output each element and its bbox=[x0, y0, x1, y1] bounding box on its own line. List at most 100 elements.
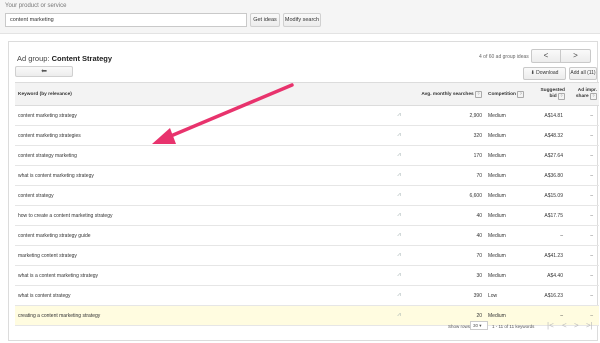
searches-cell: 320 bbox=[408, 125, 486, 146]
rows-per-page-select[interactable]: 30 ▾ bbox=[470, 321, 488, 330]
trend-chart-icon[interactable]: ⩘ bbox=[390, 265, 408, 286]
product-label: Your product or service bbox=[5, 3, 67, 9]
bid-cell: A$4.40 bbox=[534, 265, 567, 286]
share-cell: – bbox=[567, 105, 599, 126]
trend-chart-icon[interactable]: ⩘ bbox=[390, 305, 408, 326]
header-chart bbox=[390, 82, 408, 106]
table-row: content marketing strategy ⩘ 2,900 Medium A$… bbox=[15, 105, 599, 126]
bid-cell: A$17.75 bbox=[534, 205, 567, 226]
share-cell: – bbox=[567, 265, 599, 286]
first-page-icon[interactable]: |< bbox=[547, 321, 554, 330]
share-cell: – bbox=[567, 245, 599, 266]
last-page-icon[interactable]: >| bbox=[586, 321, 593, 330]
prev-group-button[interactable]: < bbox=[531, 49, 561, 63]
trend-chart-icon[interactable]: ⩘ bbox=[390, 165, 408, 186]
trend-chart-icon[interactable]: ⩘ bbox=[390, 105, 408, 126]
searches-cell: 6,600 bbox=[408, 185, 486, 206]
page-range: 1 - 11 of 11 keywords bbox=[492, 324, 535, 329]
keyword-cell: content marketing strategies bbox=[15, 125, 390, 146]
searches-cell: 2,900 bbox=[408, 105, 486, 126]
competition-cell: Medium bbox=[486, 125, 534, 146]
header-share[interactable]: Ad impr. share ? bbox=[567, 82, 599, 106]
bid-cell: A$14.81 bbox=[534, 105, 567, 126]
download-button[interactable]: ⬇ Download bbox=[523, 67, 566, 80]
table-row: what is content strategy⩘390LowA$16.23–» bbox=[15, 285, 599, 306]
help-icon[interactable]: ? bbox=[475, 90, 482, 98]
next-page-icon[interactable]: > bbox=[574, 321, 579, 330]
header-searches[interactable]: Avg. monthly searches ? bbox=[408, 82, 486, 106]
competition-cell: Medium bbox=[486, 185, 534, 206]
bid-cell: A$48.32 bbox=[534, 125, 567, 146]
add-all-button[interactable]: Add all (11) bbox=[569, 67, 597, 80]
modify-search-button[interactable]: Modify search bbox=[283, 13, 321, 27]
get-ideas-button[interactable]: Get ideas bbox=[250, 13, 280, 27]
table-row: content marketing strategies ⩘ 320 Medium A$… bbox=[15, 125, 599, 146]
bid-cell: – bbox=[534, 225, 567, 246]
competition-cell: Medium bbox=[486, 265, 534, 286]
trend-chart-icon[interactable]: ⩘ bbox=[390, 145, 408, 166]
trend-chart-icon[interactable]: ⩘ bbox=[390, 245, 408, 266]
table-row: content strategy marketing ⩘ 170 Medium A$27… bbox=[15, 145, 599, 166]
competition-cell: Medium bbox=[486, 205, 534, 226]
help-icon[interactable]: ? bbox=[517, 90, 525, 98]
table-row: how to create a content marketing strate… bbox=[15, 205, 599, 226]
bid-cell: A$15.09 bbox=[534, 185, 567, 206]
keyword-cell: marketing content strategy bbox=[15, 245, 390, 266]
search-bar: Your product or service content marketin… bbox=[0, 0, 600, 34]
share-cell: – bbox=[567, 125, 599, 146]
header-keyword[interactable]: Keyword (by relevance) bbox=[15, 82, 390, 106]
table-row: what is a content marketing strategy ⩘ 30 M… bbox=[15, 265, 599, 286]
ad-group-title: Ad group: Content Strategy bbox=[17, 54, 112, 63]
trend-chart-icon[interactable]: ⩘ bbox=[390, 185, 408, 206]
header-bid[interactable]: Suggested bid ? bbox=[534, 82, 567, 106]
product-input[interactable]: content marketing bbox=[5, 13, 247, 27]
searches-cell: 30 bbox=[408, 265, 486, 286]
bid-cell: A$41.23 bbox=[534, 245, 567, 266]
ad-group-panel: Ad group: Content Strategy ⬅ 4 of 60 ad … bbox=[8, 41, 599, 341]
table-row: marketing content strategy ⩘ 70 Medium A$41.… bbox=[15, 245, 599, 266]
prev-page-icon[interactable]: < bbox=[562, 321, 567, 330]
share-cell: – bbox=[567, 225, 599, 246]
bid-cell: A$36.80 bbox=[534, 165, 567, 186]
keyword-cell: what is a content marketing strategy bbox=[15, 265, 390, 286]
share-cell: – bbox=[567, 145, 599, 166]
keyword-cell: how to create a content marketing strate… bbox=[15, 205, 390, 226]
ad-group-prefix: Ad group: bbox=[17, 54, 50, 63]
download-icon: ⬇ bbox=[530, 70, 535, 76]
table-row: content strategy⩘6,600MediumA$15.09–» bbox=[15, 185, 599, 206]
bid-cell: A$27.64 bbox=[534, 145, 567, 166]
keyword-cell: content marketing strategy guide bbox=[15, 225, 390, 246]
competition-cell: Medium bbox=[486, 225, 534, 246]
competition-cell: Medium bbox=[486, 105, 534, 126]
share-cell: – bbox=[567, 205, 599, 226]
show-rows-label: Show rows: bbox=[448, 324, 472, 329]
competition-cell: Medium bbox=[486, 245, 534, 266]
header-competition[interactable]: Competition ? bbox=[486, 82, 534, 106]
table-header: Keyword (by relevance) Avg. monthly sear… bbox=[15, 82, 599, 106]
table-row: content marketing strategy guide ⩘ 40 Mediu… bbox=[15, 225, 599, 246]
back-arrow-icon: ⬅ bbox=[41, 68, 47, 75]
help-icon[interactable]: ? bbox=[558, 93, 565, 100]
trend-chart-icon[interactable]: ⩘ bbox=[390, 285, 408, 306]
searches-cell: 170 bbox=[408, 145, 486, 166]
pagination: Show rows: 30 ▾ 1 - 11 of 11 keywords |<… bbox=[434, 318, 599, 336]
share-cell: – bbox=[567, 165, 599, 186]
help-icon[interactable]: ? bbox=[590, 93, 597, 100]
header-competition-label: Competition bbox=[488, 91, 516, 97]
keyword-cell: creating a content marketing strategy bbox=[15, 305, 390, 326]
keyword-cell: what is content strategy bbox=[15, 285, 390, 306]
keyword-cell: content marketing strategy bbox=[15, 105, 390, 126]
next-group-button[interactable]: > bbox=[561, 49, 591, 63]
back-button[interactable]: ⬅ bbox=[15, 66, 73, 77]
trend-chart-icon[interactable]: ⩘ bbox=[390, 205, 408, 226]
table-row: what is content marketing strategy ⩘ 70 Med… bbox=[15, 165, 599, 186]
header-searches-label: Avg. monthly searches bbox=[421, 91, 474, 97]
trend-chart-icon[interactable]: ⩘ bbox=[390, 225, 408, 246]
trend-chart-icon[interactable]: ⩘ bbox=[390, 125, 408, 146]
searches-cell: 40 bbox=[408, 205, 486, 226]
competition-cell: Low bbox=[486, 285, 534, 306]
bid-cell: A$16.23 bbox=[534, 285, 567, 306]
competition-cell: Medium bbox=[486, 145, 534, 166]
keyword-table: Keyword (by relevance) Avg. monthly sear… bbox=[15, 82, 599, 326]
share-cell: – bbox=[567, 185, 599, 206]
